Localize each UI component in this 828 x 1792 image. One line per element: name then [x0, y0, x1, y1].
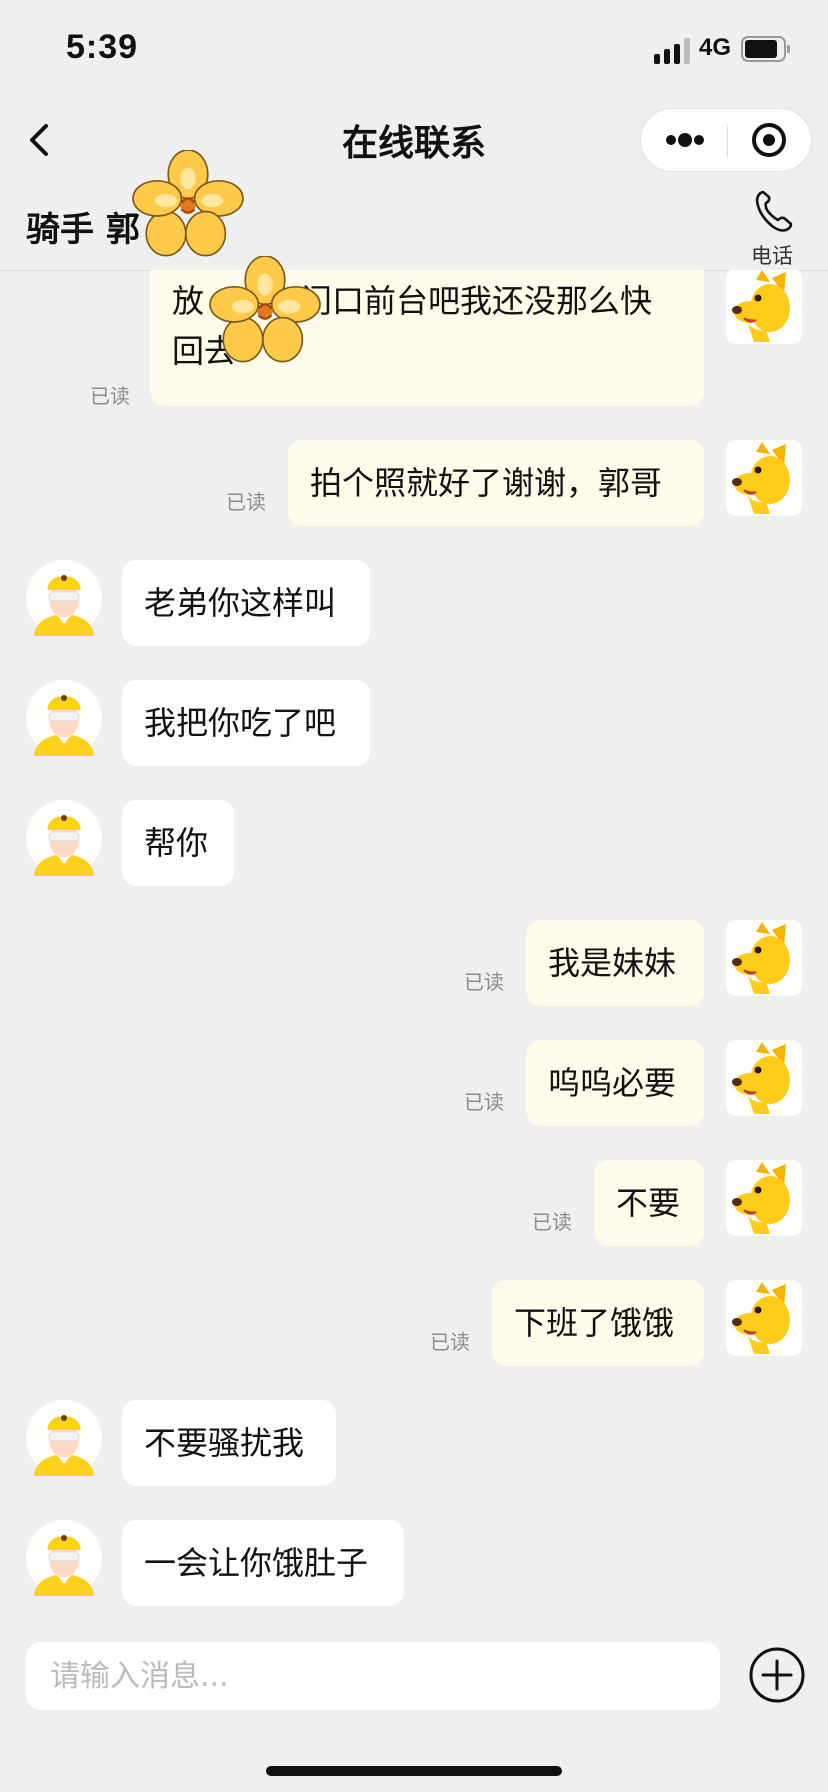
nav-bar: 在线联系: [0, 100, 828, 182]
message-text: 放: [172, 282, 205, 320]
chat-message: 下班了饿饿 已读: [0, 1280, 828, 1370]
chat-message: 帮你: [0, 800, 828, 890]
chat-message: 不要骚扰我: [0, 1400, 828, 1490]
message-text: 不要: [616, 1184, 681, 1222]
phone-icon: [755, 190, 793, 232]
read-receipt: 已读: [464, 970, 504, 994]
chat-message: 我是妹妹 已读: [0, 920, 828, 1010]
chat-message: 我把你吃了吧: [0, 680, 828, 770]
phone-button[interactable]: 电话: [736, 184, 808, 268]
chat-message: 不要 已读: [0, 1160, 828, 1250]
message-text: 门口前台吧我还没那么快: [300, 282, 653, 320]
read-receipt: 已读: [532, 1210, 572, 1234]
message-bubble[interactable]: 呜呜必要: [526, 1040, 704, 1126]
message-text: 老弟你这样叫: [144, 584, 337, 622]
message-text: 我是妹妹: [548, 944, 677, 982]
more-icon[interactable]: [641, 109, 727, 171]
message-text: 不要骚扰我: [144, 1424, 305, 1462]
phone-label: 电话: [751, 244, 793, 268]
read-receipt: 已读: [226, 490, 266, 514]
dog-avatar[interactable]: [726, 270, 802, 344]
chat-area[interactable]: 放门口前台吧我还没那么快 回去 已读 拍个照就好了谢谢，郭哥 已读 老弟你这样叫…: [0, 270, 828, 1628]
rider-avatar[interactable]: [26, 800, 102, 876]
input-bar: [0, 1628, 828, 1792]
message-bubble[interactable]: 一会让你饿肚子: [122, 1520, 404, 1606]
chat-message: 放门口前台吧我还没那么快 回去 已读: [0, 270, 828, 408]
read-receipt: 已读: [90, 384, 130, 408]
message-text: 一会让你饿肚子: [144, 1544, 369, 1582]
message-text: 拍个照就好了谢谢，郭哥: [310, 464, 663, 502]
message-bubble[interactable]: 下班了饿饿: [492, 1280, 704, 1366]
dog-avatar[interactable]: [726, 1160, 802, 1236]
capsule-menu: [640, 108, 812, 172]
message-text: 下班了饿饿: [514, 1304, 675, 1342]
network-type: 4G: [699, 34, 732, 61]
chat-message: 一会让你饿肚子: [0, 1520, 828, 1610]
chat-message: 老弟你这样叫: [0, 560, 828, 650]
read-receipt: 已读: [430, 1330, 470, 1354]
message-bubble[interactable]: 拍个照就好了谢谢，郭哥: [288, 440, 704, 526]
dog-avatar[interactable]: [726, 440, 802, 516]
read-receipt: 已读: [464, 1090, 504, 1114]
flower-sticker: [206, 256, 324, 366]
target-icon[interactable]: [727, 109, 813, 171]
battery-icon: [741, 36, 790, 62]
home-indicator: [266, 1766, 562, 1776]
message-bubble[interactable]: 帮你: [122, 800, 234, 886]
message-bubble[interactable]: 老弟你这样叫: [122, 560, 370, 646]
message-bubble[interactable]: 我是妹妹: [526, 920, 704, 1006]
chat-message: 呜呜必要 已读: [0, 1040, 828, 1130]
rider-header: 骑手 郭 电话: [0, 182, 828, 271]
message-input[interactable]: [26, 1642, 720, 1710]
dog-avatar[interactable]: [726, 1040, 802, 1116]
message-bubble[interactable]: 我把你吃了吧: [122, 680, 370, 766]
message-text: 我把你吃了吧: [144, 704, 337, 742]
status-bar: 5:39 4G: [0, 0, 828, 100]
dog-avatar[interactable]: [726, 1280, 802, 1356]
status-time: 5:39: [66, 28, 139, 66]
rider-avatar[interactable]: [26, 560, 102, 636]
add-icon[interactable]: [748, 1646, 806, 1704]
signal-icon: [654, 38, 690, 64]
message-bubble[interactable]: 不要: [594, 1160, 704, 1246]
rider-name: 骑手 郭: [26, 210, 140, 250]
rider-avatar[interactable]: [26, 680, 102, 756]
rider-avatar[interactable]: [26, 1400, 102, 1476]
flower-sticker: [128, 150, 248, 260]
dog-avatar[interactable]: [726, 920, 802, 996]
message-bubble[interactable]: 不要骚扰我: [122, 1400, 336, 1486]
message-text: 帮你: [144, 824, 209, 862]
rider-avatar[interactable]: [26, 1520, 102, 1596]
message-text: 呜呜必要: [548, 1064, 677, 1102]
chat-message: 拍个照就好了谢谢，郭哥 已读: [0, 440, 828, 530]
